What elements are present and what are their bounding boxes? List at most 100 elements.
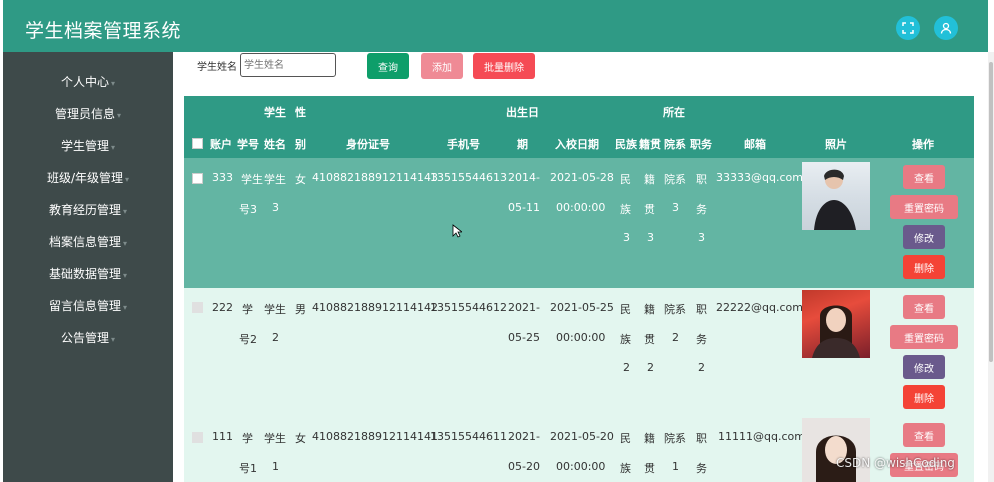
cell-enroll: 2021-05-28 [550,171,614,184]
cell-birth: 05-11 [508,201,540,214]
scrollbar-thumb[interactable] [989,62,993,362]
col-name-top: 学生 [264,106,286,119]
cell-dept: 2 [672,331,679,344]
chevron-down-icon: ▾ [111,143,116,152]
sidebar-item-archives[interactable]: 档案信息管理 ▾ [3,228,173,256]
chevron-down-icon: ▾ [123,239,128,248]
cell-dept: 院系 [664,303,686,316]
add-button[interactable]: 添加 [421,53,463,79]
table-row[interactable]: 333 学生 号3 学生 3 女 410882188912114143 1351… [184,158,974,288]
chevron-down-icon: ▾ [111,79,116,88]
cell-ethnic: 民 [620,432,631,445]
sidebar-item-class-grade[interactable]: 班级/年级管理 ▾ [3,164,173,192]
query-button[interactable]: 查询 [367,53,409,79]
cell-enroll: 2021-05-25 [550,301,614,314]
col-student-no: 学号 [237,138,259,151]
cell-birth: 05-25 [508,331,540,344]
cell-name: 学生 [264,303,286,316]
cell-dept: 院系 [664,173,686,186]
cell-native: 籍 [644,173,655,186]
col-birth: 期 [517,138,528,151]
cell-native: 3 [647,231,654,244]
cell-birth: 2021- [508,430,540,443]
table-header: 账户 学号 学生 姓名 性 别 身份证号 手机号 出生日 期 入校日期 民族 籍… [184,96,974,158]
chevron-down-icon: ▾ [123,207,128,216]
reset-password-button[interactable]: 重置密码 [890,325,958,349]
cell-id-card: 410882188912114142 [312,301,438,314]
user-icon[interactable] [934,16,958,40]
cell-email: 33333@qq.com [716,171,803,184]
sidebar-item-messages[interactable]: 留言信息管理 ▾ [3,292,173,320]
cell-email: 22222@qq.com [716,301,803,314]
cell-student-no: 号3 [239,203,257,216]
cell-student-no: 号1 [239,462,257,475]
cell-ethnic: 3 [623,231,630,244]
chevron-down-icon: ▾ [125,175,130,184]
col-position: 职务 [690,138,712,151]
cell-id-card: 410882188912114143 [312,171,438,184]
batch-delete-button[interactable]: 批量删除 [473,53,535,79]
cell-position: 职 [696,432,707,445]
watermark: CSDN @wishCoding [836,456,955,470]
col-enroll: 入校日期 [555,138,599,151]
col-email: 邮箱 [744,138,766,151]
cell-birth: 05-20 [508,460,540,473]
cell-ethnic: 族 [620,462,631,475]
col-id-card: 身份证号 [346,138,390,151]
cell-position: 职 [696,173,707,186]
cell-ethnic: 2 [623,361,630,374]
row-checkbox[interactable] [192,173,203,184]
view-button[interactable]: 查看 [903,165,945,189]
cell-enroll: 00:00:00 [556,201,606,214]
cell-phone: 13515544611 [430,430,507,443]
reset-password-button[interactable]: 重置密码 [890,195,958,219]
cell-native: 籍 [644,303,655,316]
cell-native: 贯 [644,203,655,216]
cell-dept: 3 [672,201,679,214]
cell-enroll: 00:00:00 [556,331,606,344]
col-account: 账户 [210,138,232,151]
scrollbar[interactable] [988,52,994,482]
sidebar: 个人中心 ▾ 管理员信息 ▾ 学生管理 ▾ 班级/年级管理 ▾ 教育经历管理 ▾ 档案信息… [3,52,173,482]
sidebar-item-admin-info[interactable]: 管理员信息 ▾ [3,100,173,128]
cell-name: 2 [272,331,279,344]
chevron-down-icon: ▾ [111,335,116,344]
row-checkbox[interactable] [192,302,203,313]
sidebar-item-notices[interactable]: 公告管理 ▾ [3,324,173,352]
cell-native: 贯 [644,462,655,475]
select-all-checkbox[interactable] [192,138,203,149]
view-button[interactable]: 查看 [903,423,945,447]
app-title: 学生档案管理系统 [25,20,182,42]
search-label: 学生姓名 [197,62,237,73]
sidebar-item-education[interactable]: 教育经历管理 ▾ [3,196,173,224]
cell-account: 222 [212,301,233,314]
chevron-down-icon: ▾ [123,271,128,280]
search-input[interactable] [240,53,336,77]
delete-button[interactable]: 删除 [903,385,945,409]
cell-position: 务 [696,462,707,475]
fullscreen-icon[interactable] [896,16,920,40]
row-checkbox[interactable] [192,432,203,443]
cell-student-no: 学生 [241,173,263,186]
cell-email: 11111@qq.com [718,430,805,443]
cell-phone: 13515544612 [430,301,507,314]
table-row[interactable]: 222 学 号2 学生 2 男 410882188912114142 13515… [184,288,974,418]
cell-position: 3 [698,231,705,244]
edit-button[interactable]: 修改 [903,225,945,249]
col-birth-top: 出生日 [506,106,539,119]
sidebar-item-personal-center[interactable]: 个人中心 ▾ [3,68,173,96]
cell-student-no: 学 [242,303,253,316]
student-photo [802,290,870,358]
col-dept-top: 所在 [663,106,685,119]
view-button[interactable]: 查看 [903,295,945,319]
table-row[interactable]: 111 学 号1 学生 1 女 410882188912114141 13515… [184,418,974,482]
edit-button[interactable]: 修改 [903,355,945,379]
cell-position: 职 [696,303,707,316]
delete-button[interactable]: 删除 [903,255,945,279]
cell-id-card: 410882188912114141 [312,430,438,443]
cell-gender: 男 [295,303,306,316]
sidebar-item-student-management[interactable]: 学生管理 ▾ [3,132,173,160]
cell-name: 1 [272,460,279,473]
cell-native: 籍 [644,432,655,445]
sidebar-item-basic-data[interactable]: 基础数据管理 ▾ [3,260,173,288]
